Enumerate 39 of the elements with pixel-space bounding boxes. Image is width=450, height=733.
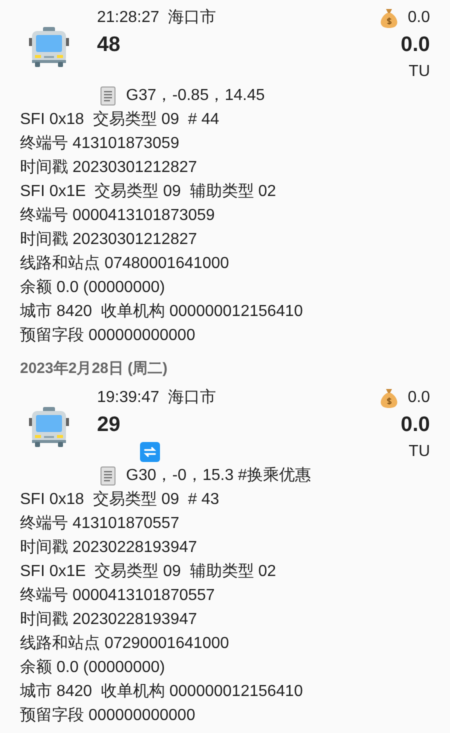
detail-line: 时间戳 20230301212827 — [19, 158, 198, 178]
time-city: 19:39:47 海口市 — [97, 388, 218, 408]
balance-change: 0.0 — [408, 8, 430, 28]
notepad-icon — [100, 86, 116, 106]
detail-line: 预留字段 000000000000 — [19, 706, 196, 726]
detail-line: 预留字段 000000000000 — [19, 326, 196, 346]
money-bag-icon — [380, 388, 398, 408]
unit-label: TU — [408, 62, 430, 82]
detail-line: 城市 8420 收单机构 000000012156410 — [19, 302, 304, 322]
time-city: 21:28:27 海口市 — [97, 8, 218, 28]
date-header: 2023年2月28日 (周二) — [19, 359, 169, 379]
detail-line: 线路和站点 07290001641000 — [19, 634, 230, 654]
detail-line: 线路和站点 07480001641000 — [19, 254, 230, 274]
detail-line: 终端号 413101873059 — [19, 134, 180, 154]
bus-icon — [28, 26, 70, 68]
notepad-icon — [100, 466, 116, 486]
detail-line: SFI 0x1E 交易类型 09 辅助类型 02 — [19, 182, 278, 202]
note-text: G37，-0.85，14.45 — [126, 86, 265, 106]
detail-line: 余额 0.0 (00000000) — [19, 658, 166, 678]
detail-line: SFI 0x18 交易类型 09 # 43 — [19, 490, 220, 510]
detail-line: SFI 0x1E 交易类型 09 辅助类型 02 — [19, 562, 278, 582]
money-bag-icon — [380, 8, 398, 28]
amount: 0.0 — [400, 412, 430, 438]
bus-icon — [28, 406, 70, 448]
note-text: G30，-0，15.3 #换乘优惠 — [126, 466, 311, 486]
detail-line: SFI 0x18 交易类型 09 # 44 — [19, 110, 220, 130]
detail-line: 终端号 0000413101873059 — [19, 206, 216, 226]
detail-line: 余额 0.0 (00000000) — [19, 278, 166, 298]
detail-line: 时间戳 20230301212827 — [19, 230, 198, 250]
unit-label: TU — [408, 442, 430, 462]
detail-line: 时间戳 20230228193947 — [19, 538, 198, 558]
detail-line: 终端号 413101870557 — [19, 514, 180, 534]
route-number: 29 — [97, 412, 122, 438]
amount: 0.0 — [400, 32, 430, 58]
route-number: 48 — [97, 32, 122, 58]
detail-line: 终端号 0000413101870557 — [19, 586, 216, 606]
detail-line: 时间戳 20230228193947 — [19, 610, 198, 630]
detail-line: 城市 8420 收单机构 000000012156410 — [19, 682, 304, 702]
balance-change: 0.0 — [408, 388, 430, 408]
